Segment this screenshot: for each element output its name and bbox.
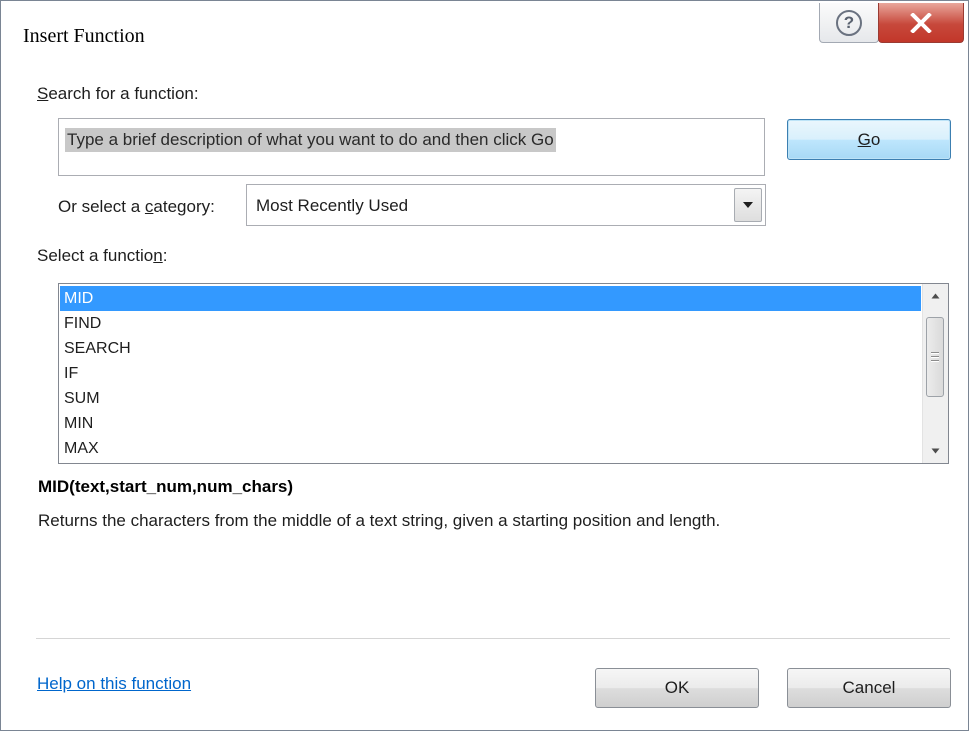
category-label: Or select a category: <box>58 197 215 216</box>
category-selected-value: Most Recently Used <box>256 196 409 215</box>
help-on-function-link[interactable]: Help on this function <box>37 674 191 694</box>
search-input-selected-text: Type a brief description of what you wan… <box>65 128 556 152</box>
function-list-item[interactable]: SUM <box>60 386 921 411</box>
function-list-item[interactable]: MIN <box>60 411 921 436</box>
function-signature: MID(text,start_num,num_chars) <box>38 477 294 496</box>
title-bar[interactable]: Insert Function ? <box>1 1 968 67</box>
scroll-down-arrow-icon <box>931 448 940 454</box>
function-list-item[interactable]: FIND <box>60 311 921 336</box>
help-button[interactable]: ? <box>819 3 879 43</box>
ok-button[interactable]: OK <box>595 668 759 708</box>
function-list[interactable]: MID FIND SEARCH IF SUM MIN MAX <box>58 283 949 464</box>
divider <box>36 638 950 640</box>
function-description: Returns the characters from the middle o… <box>38 511 721 530</box>
window-title: Insert Function <box>23 25 145 47</box>
chevron-down-icon <box>743 202 753 208</box>
grip-icon <box>931 350 939 364</box>
close-button[interactable] <box>878 3 964 43</box>
go-button[interactable]: Go <box>787 119 951 160</box>
close-x-icon <box>910 12 932 33</box>
search-input[interactable]: Type a brief description of what you wan… <box>58 118 765 176</box>
function-list-item[interactable]: IF <box>60 361 921 386</box>
function-list-item[interactable]: MID <box>60 286 921 311</box>
function-list-items: MID FIND SEARCH IF SUM MIN MAX <box>60 286 921 461</box>
function-list-scrollbar[interactable] <box>922 284 948 463</box>
function-list-item[interactable]: SEARCH <box>60 336 921 361</box>
search-label: Search for a function: <box>37 84 199 103</box>
function-list-item[interactable]: MAX <box>60 436 921 461</box>
scroll-down-button[interactable] <box>923 439 948 463</box>
function-list-label: Select a function: <box>37 246 168 265</box>
category-select[interactable]: Most Recently Used <box>246 184 766 226</box>
insert-function-dialog: Insert Function ? Search for a function:… <box>0 0 969 731</box>
cancel-button[interactable]: Cancel <box>787 668 951 708</box>
scroll-thumb[interactable] <box>926 317 944 397</box>
scroll-up-button[interactable] <box>923 284 948 308</box>
scroll-up-arrow-icon <box>931 293 940 299</box>
question-mark-icon: ? <box>836 9 862 36</box>
category-dropdown-button[interactable] <box>734 188 762 222</box>
